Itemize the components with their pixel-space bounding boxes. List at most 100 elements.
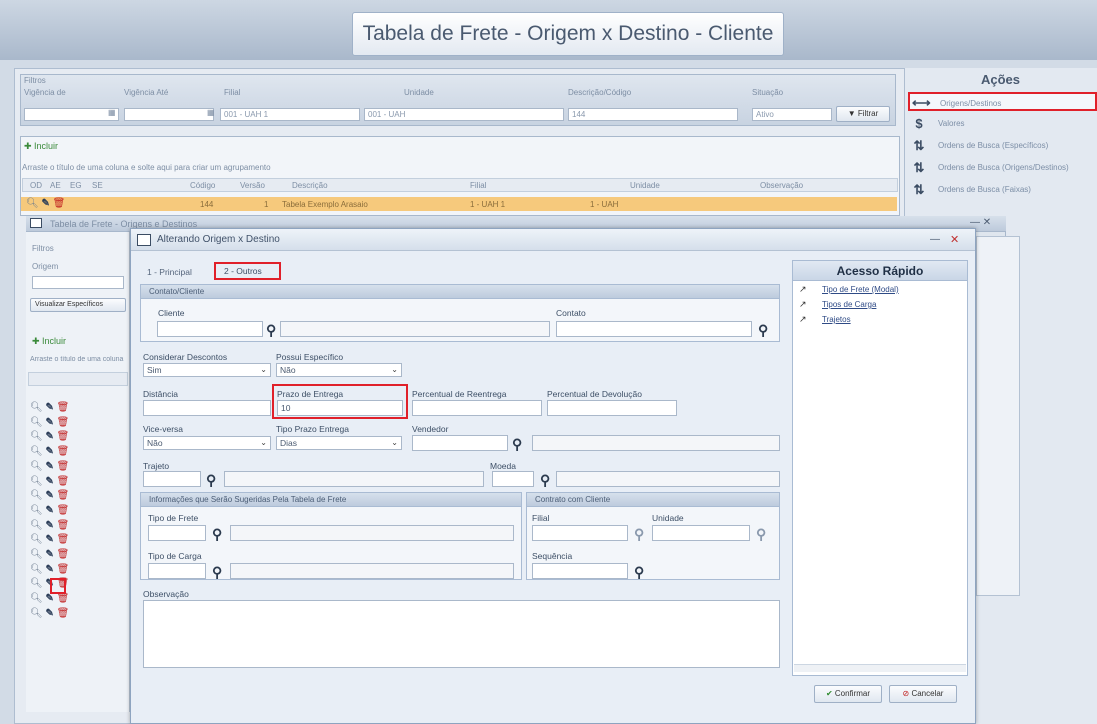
table-row[interactable] bbox=[21, 197, 897, 211]
search-icon[interactable]: 🔍︎ bbox=[30, 402, 43, 413]
percentual-reentrega-input[interactable] bbox=[412, 400, 542, 416]
trash-icon[interactable]: 🗑︎ bbox=[57, 564, 70, 575]
pencil-icon[interactable]: ✎ bbox=[45, 461, 53, 472]
list-item[interactable]: 🔍︎ ✎ 🗑︎ bbox=[30, 608, 69, 621]
action-ordens-origens-destinos[interactable]: Ordens de Busca (Origens/Destinos) bbox=[908, 158, 1097, 177]
list-item[interactable]: 🔍︎ ✎ 🗑︎ bbox=[30, 461, 69, 474]
percentual-devolucao-input[interactable] bbox=[547, 400, 677, 416]
col-descricao[interactable]: Descrição bbox=[292, 181, 328, 190]
quick-link-tipos-carga[interactable]: Tipos de Carga bbox=[798, 299, 958, 311]
col-codigo[interactable]: Código bbox=[190, 181, 215, 190]
calendar-icon[interactable]: ▦ bbox=[207, 108, 215, 117]
search-icon[interactable]: ⚲ bbox=[206, 473, 216, 487]
search-icon[interactable]: ⚲ bbox=[758, 323, 768, 337]
trash-icon[interactable]: 🗑︎ bbox=[57, 549, 70, 560]
pencil-icon[interactable]: ✎ bbox=[45, 520, 53, 531]
action-ordens-especificos[interactable]: Ordens de Busca (Específicos) bbox=[908, 136, 1097, 155]
pencil-icon[interactable]: ✎ bbox=[45, 534, 53, 545]
search-icon[interactable]: ⚲ bbox=[266, 323, 276, 337]
col-filial[interactable]: Filial bbox=[470, 181, 486, 190]
search-icon[interactable]: ⚲ bbox=[756, 527, 766, 541]
col-ae[interactable]: AE bbox=[50, 181, 61, 190]
quick-link-trajetos[interactable]: Trajetos bbox=[798, 314, 958, 326]
distancia-input[interactable] bbox=[143, 400, 271, 416]
col-versao[interactable]: Versão bbox=[240, 181, 265, 190]
origem-input[interactable] bbox=[32, 276, 124, 289]
trash-icon[interactable]: 🗑︎ bbox=[57, 476, 70, 487]
sequencia-input[interactable] bbox=[532, 563, 628, 579]
moeda-input[interactable] bbox=[492, 471, 534, 487]
list-item[interactable]: 🔍︎ ✎ 🗑︎ bbox=[30, 476, 69, 489]
visualizar-especificos-button[interactable]: Visualizar Específicos bbox=[30, 298, 126, 312]
trash-icon[interactable]: 🗑︎ bbox=[57, 490, 70, 501]
trash-icon[interactable]: 🗑︎ bbox=[57, 593, 70, 604]
search-icon[interactable]: 🔍︎ bbox=[30, 476, 43, 487]
pencil-icon[interactable]: ✎ bbox=[45, 417, 53, 428]
trash-icon[interactable]: 🗑︎ bbox=[57, 431, 70, 442]
tab-principal[interactable]: 1 - Principal bbox=[147, 265, 192, 279]
pencil-icon[interactable]: ✎ bbox=[45, 564, 53, 575]
tipo-frete-input[interactable] bbox=[148, 525, 206, 541]
list-item[interactable]: 🔍︎ ✎ 🗑︎ bbox=[30, 446, 69, 459]
list-item[interactable]: 🔍︎ ✎ 🗑︎ bbox=[30, 431, 69, 444]
minimize-icon[interactable]: — bbox=[930, 234, 940, 245]
search-icon[interactable]: 🔍︎ bbox=[30, 593, 43, 604]
filter-vigencia-ate-input[interactable] bbox=[124, 108, 214, 121]
tipo-carga-input[interactable] bbox=[148, 563, 206, 579]
search-icon[interactable]: ⚲ bbox=[634, 527, 644, 541]
search-icon[interactable]: 🔍︎ bbox=[30, 461, 43, 472]
close-icon[interactable]: ✕ bbox=[950, 233, 959, 246]
action-valores[interactable]: Valores bbox=[908, 114, 1097, 133]
contato-input[interactable] bbox=[556, 321, 752, 337]
filter-filial-select[interactable]: 001 - UAH 1 bbox=[220, 108, 360, 121]
search-icon[interactable]: ⚲ bbox=[212, 565, 222, 579]
search-icon[interactable]: 🔍︎ bbox=[30, 431, 43, 442]
search-icon[interactable]: 🔍︎ bbox=[30, 520, 43, 531]
list-item[interactable]: 🔍︎ ✎ 🗑︎ bbox=[30, 534, 69, 547]
list-item[interactable]: 🔍︎ ✎ 🗑︎ bbox=[30, 505, 69, 518]
list-item[interactable]: 🔍︎ ✎ 🗑︎ bbox=[30, 520, 69, 533]
pencil-icon[interactable]: ✎ bbox=[45, 549, 53, 560]
vice-versa-select[interactable]: Não ⌄ bbox=[143, 436, 271, 450]
trash-icon[interactable]: 🗑︎ bbox=[57, 461, 70, 472]
search-icon[interactable]: ⚲ bbox=[634, 565, 644, 579]
filial-input[interactable] bbox=[532, 525, 628, 541]
filter-descricao-input[interactable]: 144 bbox=[568, 108, 738, 121]
search-icon[interactable]: 🔍︎ bbox=[30, 564, 43, 575]
search-icon[interactable]: 🔍︎ bbox=[26, 198, 39, 209]
possui-especifico-select[interactable]: Não ⌄ bbox=[276, 363, 402, 377]
col-od[interactable]: OD bbox=[30, 181, 42, 190]
pencil-icon[interactable]: ✎ bbox=[45, 446, 53, 457]
pencil-icon[interactable]: ✎ bbox=[45, 593, 53, 604]
list-item[interactable]: 🔍︎ ✎ 🗑︎ bbox=[30, 490, 69, 503]
trajeto-input[interactable] bbox=[143, 471, 201, 487]
list-item[interactable]: 🔍︎ ✎ 🗑︎ bbox=[30, 564, 69, 577]
cancel-button[interactable]: ⊘ Cancelar bbox=[889, 685, 957, 703]
trash-icon[interactable]: 🗑︎ bbox=[57, 608, 70, 619]
pencil-icon[interactable]: ✎ bbox=[45, 608, 53, 619]
incluir-button-2[interactable]: ✚ Incluir bbox=[32, 336, 66, 347]
tab-outros[interactable]: 2 - Outros bbox=[214, 262, 281, 280]
pencil-icon[interactable]: ✎ bbox=[41, 198, 49, 209]
search-icon[interactable]: 🔍︎ bbox=[30, 549, 43, 560]
trash-icon[interactable]: 🗑︎ bbox=[53, 198, 66, 209]
pencil-icon[interactable]: ✎ bbox=[45, 431, 53, 442]
unidade-input[interactable] bbox=[652, 525, 750, 541]
search-icon[interactable]: ⚲ bbox=[512, 437, 522, 451]
filter-situacao-select[interactable]: Ativo bbox=[752, 108, 832, 121]
quick-link-tipo-frete[interactable]: Tipo de Frete (Modal) bbox=[798, 284, 958, 296]
search-icon[interactable]: ⚲ bbox=[540, 473, 550, 487]
pencil-icon[interactable]: ✎ bbox=[45, 505, 53, 516]
trash-icon[interactable]: 🗑︎ bbox=[57, 417, 70, 428]
list-item[interactable]: 🔍︎ ✎ 🗑︎ bbox=[30, 402, 69, 415]
search-icon[interactable]: 🔍︎ bbox=[30, 490, 43, 501]
trash-icon[interactable]: 🗑︎ bbox=[57, 402, 70, 413]
considerar-descontos-select[interactable]: Sim ⌄ bbox=[143, 363, 271, 377]
vendedor-input[interactable] bbox=[412, 435, 508, 451]
observacao-textarea[interactable] bbox=[143, 600, 780, 668]
search-icon[interactable]: 🔍︎ bbox=[30, 417, 43, 428]
list-item[interactable]: 🔍︎ ✎ 🗑︎ bbox=[30, 593, 69, 606]
tipo-prazo-select[interactable]: Dias ⌄ bbox=[276, 436, 402, 450]
filter-button[interactable]: ▼ Filtrar bbox=[836, 106, 890, 122]
list-item[interactable]: 🔍︎ ✎ 🗑︎ bbox=[30, 417, 69, 430]
